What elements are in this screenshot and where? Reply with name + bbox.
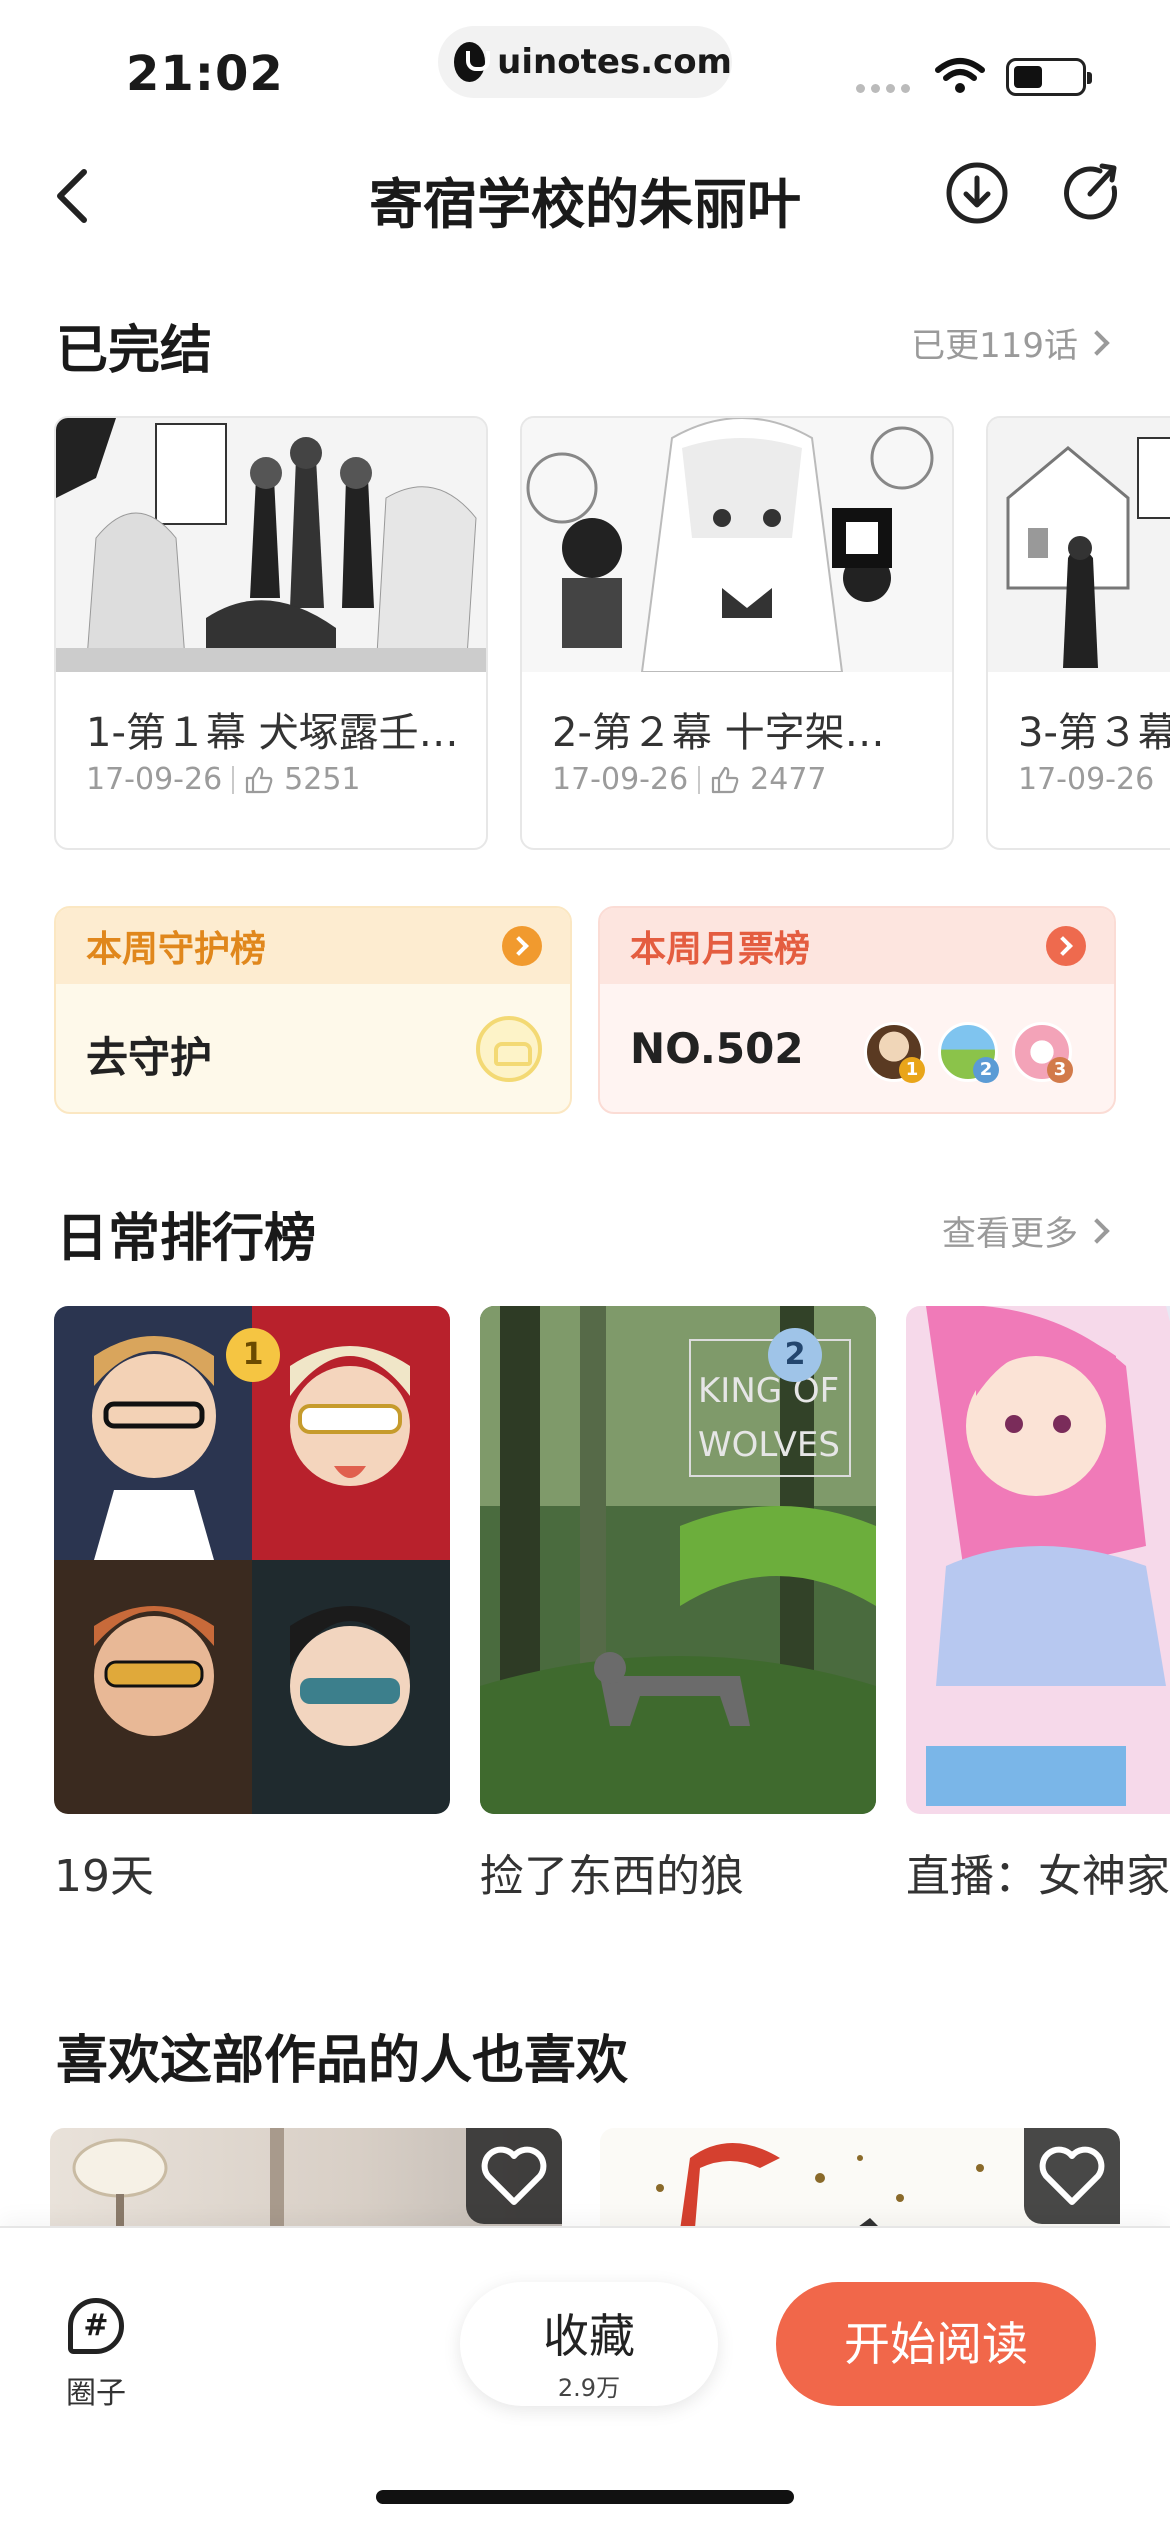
gold-medal-icon: 1 (226, 1328, 280, 1382)
cover-title-line1: KING OF (698, 1371, 839, 1411)
chapter-thumbnail (522, 418, 952, 672)
guard-rank-header: 本周守护榜 (56, 908, 570, 984)
chapter-title: 3-第３幕 (1018, 710, 1170, 756)
section-title-daily: 日常排行榜 (56, 1209, 317, 1269)
collect-label: 收藏 (543, 2309, 635, 2363)
thumbs-up-icon (246, 766, 273, 793)
share-icon[interactable] (1060, 160, 1126, 226)
divider (232, 765, 235, 794)
guard-action: 去守护 (86, 1033, 213, 1082)
status-bar: 21:02 uinotes.com (0, 0, 1170, 130)
start-reading-button[interactable]: 开始阅读 (776, 2282, 1096, 2406)
download-icon[interactable] (944, 160, 1010, 226)
monthly-rank-title: 本周月票榜 (630, 929, 811, 970)
heart-icon[interactable] (1024, 2128, 1120, 2224)
chapter-thumbnail (988, 418, 1170, 672)
chapter-likes: 2477 (750, 762, 827, 797)
daily-rank-list[interactable]: 1 19天 KING OF WOLVES 2 捡了东西的狼 直播：女神家 (54, 1306, 1170, 1906)
section-title-recommend: 喜欢这部作品的人也喜欢 (56, 2031, 629, 2091)
comic-title: 捡了东西的狼 (480, 1851, 744, 1902)
chapter-list[interactable]: 1-第１幕 犬塚露壬… 17-09-26 5251 2-第２幕 十字架… 17-… (54, 416, 1170, 852)
chapter-card-2[interactable]: 2-第２幕 十字架… 17-09-26 2477 (520, 416, 954, 850)
comic-title: 19天 (54, 1851, 154, 1902)
section-title-completed: 已完结 (56, 321, 213, 381)
see-more-link[interactable]: 查看更多 (942, 1206, 1110, 1255)
daily-item-1[interactable]: 1 19天 (54, 1306, 450, 1904)
guard-rank-card[interactable]: 本周守护榜 去守护 (54, 906, 572, 1114)
site-logo-icon (454, 42, 491, 82)
chapter-thumbnail (56, 418, 486, 672)
chevron-right-icon (1084, 1217, 1110, 1244)
thumbs-up-icon (712, 766, 739, 793)
comic-title: 直播：女神家 (906, 1851, 1170, 1902)
bottom-action-bar: 圈子 收藏 2.9万 开始阅读 (0, 2226, 1170, 2532)
avatar: 3 (1012, 1022, 1073, 1083)
cellular-signal-icon (856, 84, 910, 93)
see-more-label: 查看更多 (942, 1214, 1078, 1254)
daily-item-2[interactable]: KING OF WOLVES 2 捡了东西的狼 (480, 1306, 876, 1904)
arrow-right-icon (502, 926, 542, 966)
guard-rank-title: 本周守护榜 (86, 929, 267, 970)
chapter-meta: 17-09-26 5251 (86, 762, 361, 797)
collect-button[interactable]: 收藏 2.9万 (460, 2282, 718, 2406)
chapter-meta: 17-09-26 (1018, 762, 1154, 797)
heart-icon[interactable] (466, 2128, 562, 2224)
chapter-meta: 17-09-26 2477 (552, 762, 827, 797)
chapter-date: 17-09-26 (1018, 762, 1155, 797)
hashtag-chat-icon (68, 2298, 124, 2354)
monthly-rank-number: NO.502 (630, 1024, 804, 1073)
monthly-rank-body: NO.502 1 2 3 (600, 984, 1114, 1112)
url-pill[interactable]: uinotes.com (438, 26, 732, 98)
circle-label: 圈子 (66, 2376, 126, 2411)
chapter-count-link[interactable]: 已更119话 (911, 318, 1110, 367)
chapter-date: 17-09-26 (552, 762, 689, 797)
chevron-right-icon (1084, 329, 1110, 356)
daily-item-3[interactable]: 直播：女神家 (906, 1306, 1170, 1904)
battery-icon (1006, 58, 1092, 96)
circle-button[interactable]: 圈子 (56, 2298, 136, 2412)
silver-medal-icon: 2 (768, 1328, 822, 1382)
avatar: 2 (938, 1022, 999, 1083)
comic-cover: KING OF WOLVES 2 (480, 1306, 876, 1814)
chapter-count-label: 已更119话 (911, 326, 1078, 366)
avatar: 1 (864, 1022, 925, 1083)
cover-title-line2: WOLVES (698, 1425, 840, 1465)
guard-rank-body: 去守护 (56, 984, 570, 1112)
sofa-icon (476, 1016, 542, 1082)
chapter-card-1[interactable]: 1-第１幕 犬塚露壬… 17-09-26 5251 (54, 416, 488, 850)
chapter-card-3[interactable]: 3-第３幕 17-09-26 (986, 416, 1170, 850)
status-time: 21:02 (126, 46, 284, 102)
divider (698, 765, 701, 794)
chapter-date: 17-09-26 (86, 762, 223, 797)
chapter-title: 1-第１幕 犬塚露壬… (86, 710, 459, 756)
monthly-rank-header: 本周月票榜 (600, 908, 1114, 984)
monthly-rank-card[interactable]: 本周月票榜 NO.502 1 2 3 (598, 906, 1116, 1114)
chapter-title: 2-第２幕 十字架… (552, 710, 885, 756)
url-text: uinotes.com (497, 42, 732, 82)
collect-count: 2.9万 (557, 2374, 621, 2402)
comic-cover: 1 (54, 1306, 450, 1814)
chapter-likes: 5251 (284, 762, 361, 797)
wifi-icon (935, 58, 985, 93)
arrow-right-icon (1046, 926, 1086, 966)
comic-cover (906, 1306, 1170, 1814)
home-indicator (376, 2490, 794, 2504)
